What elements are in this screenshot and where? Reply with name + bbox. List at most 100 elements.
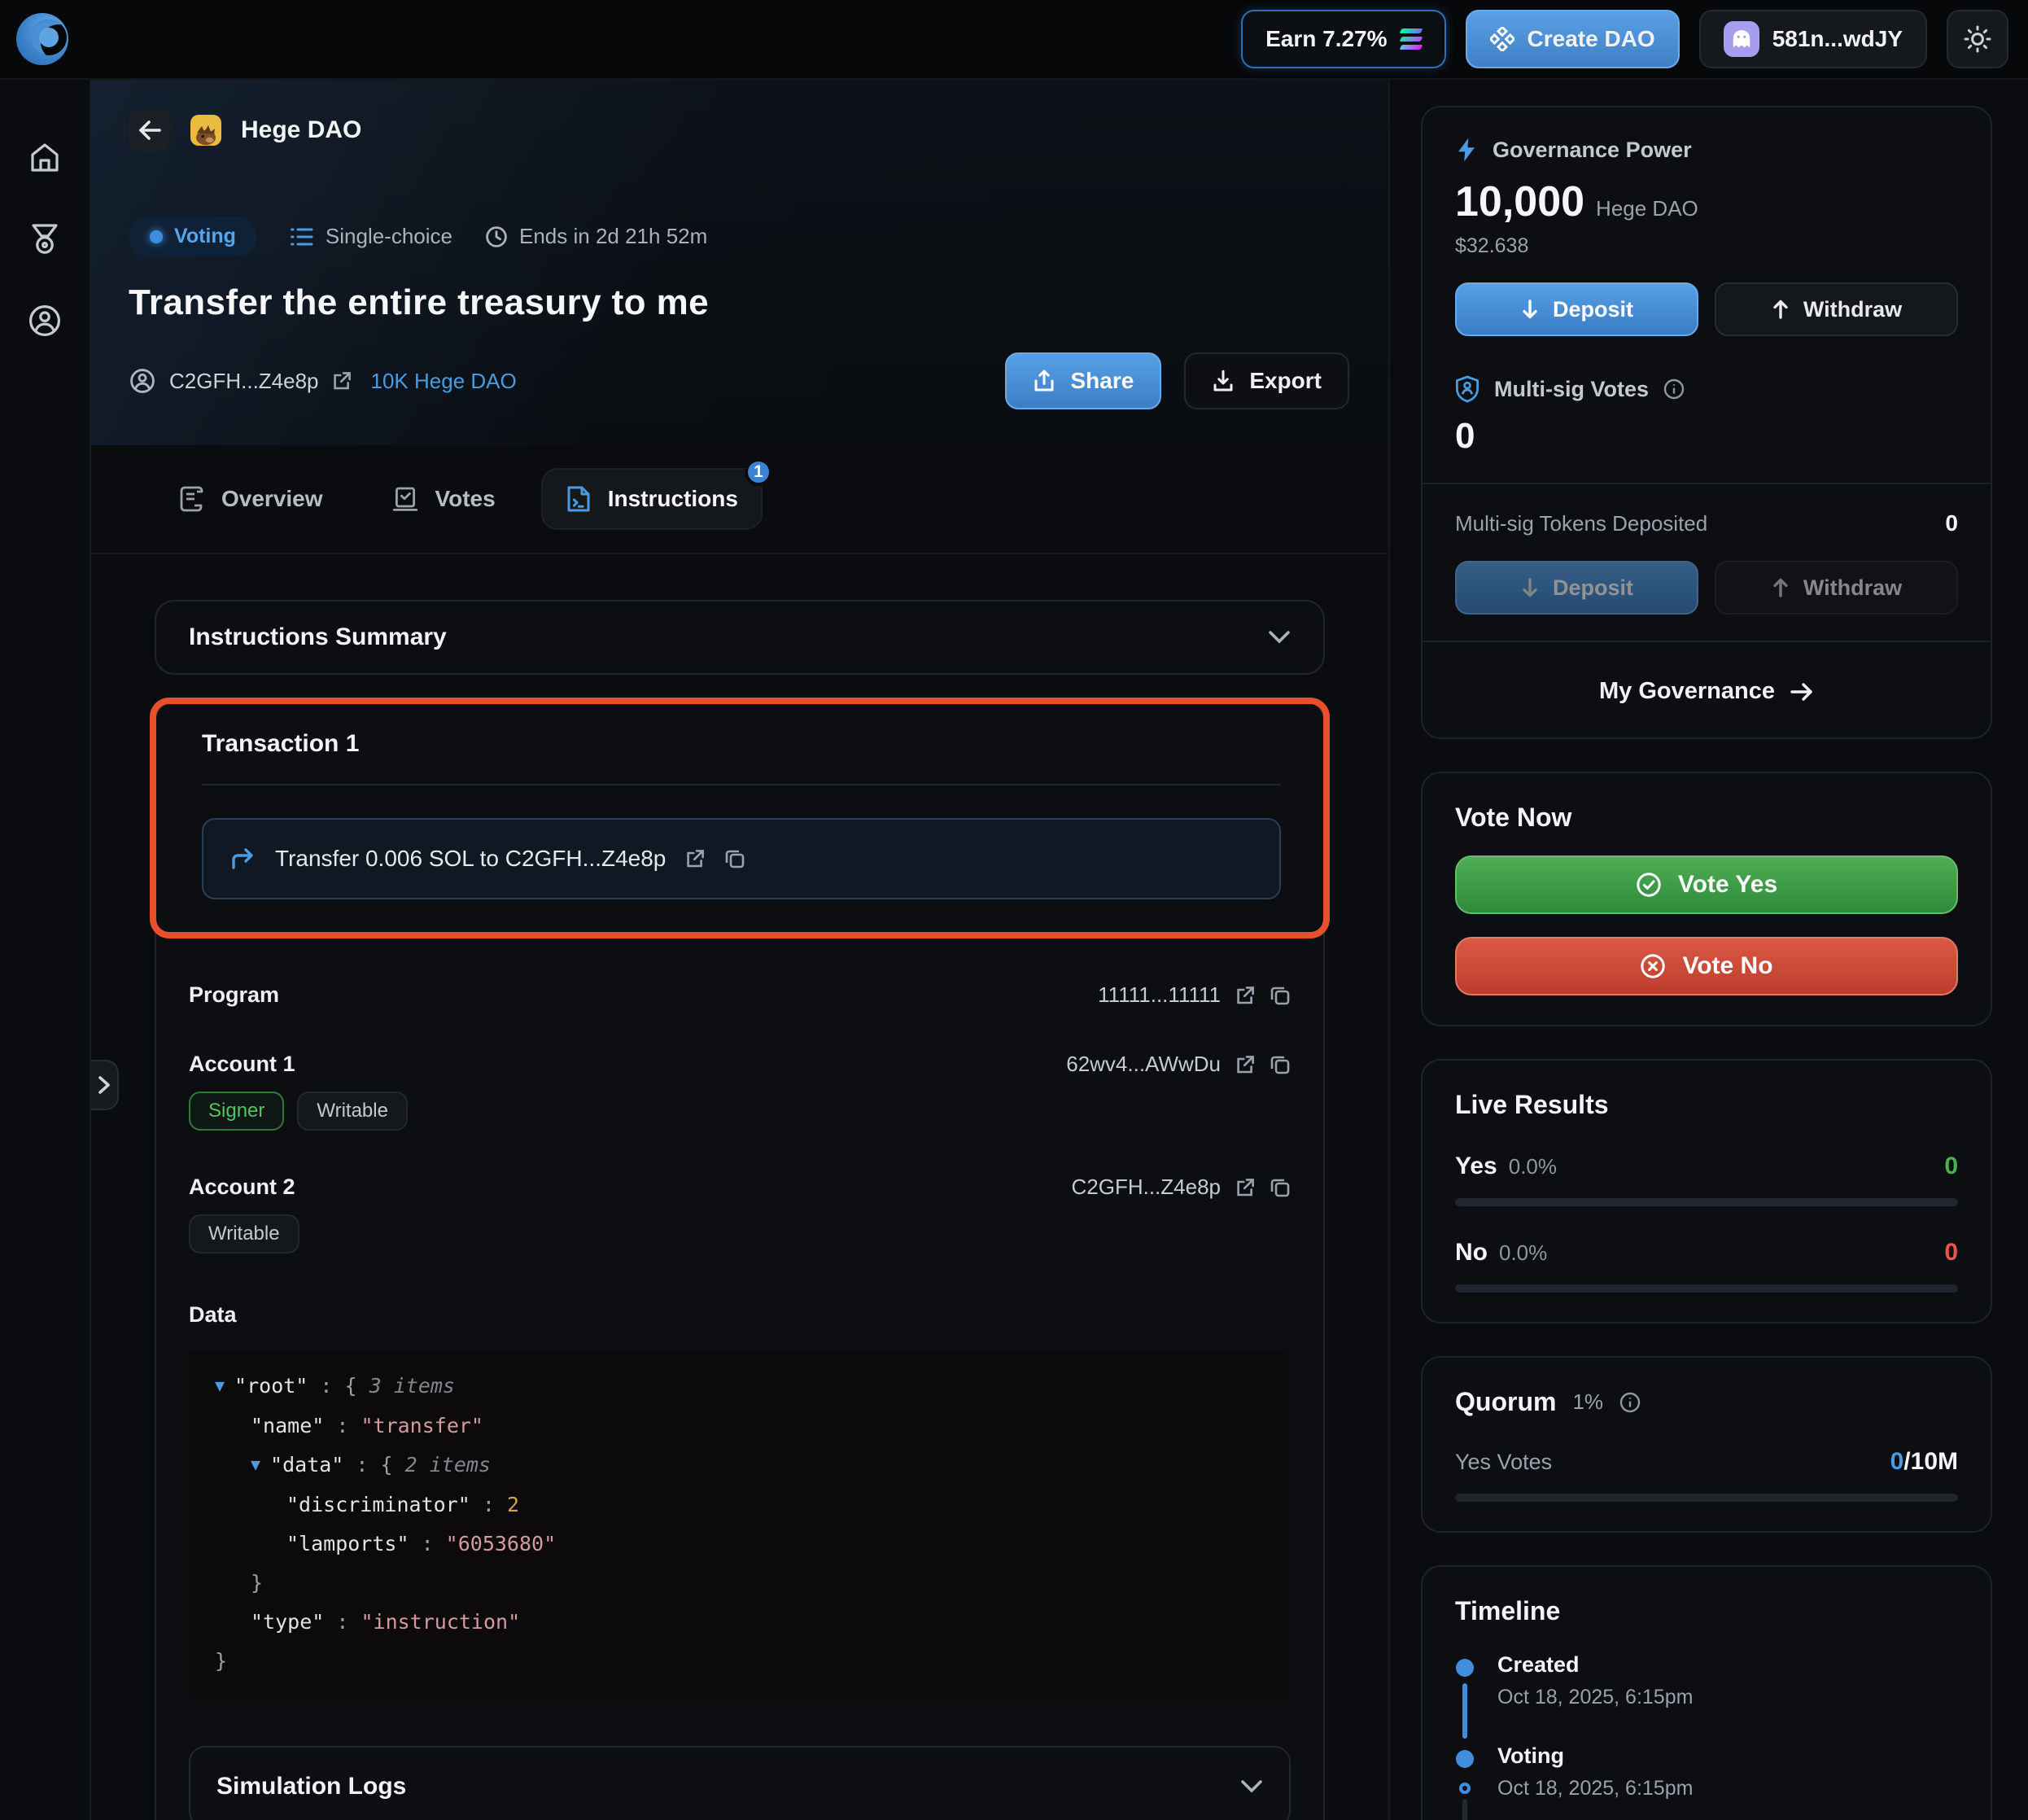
author-token-link[interactable]: 10K Hege DAO xyxy=(371,369,517,394)
shield-user-icon xyxy=(1455,375,1479,403)
back-button[interactable] xyxy=(129,109,171,151)
sun-icon xyxy=(1963,24,1992,54)
my-governance-link[interactable]: My Governance xyxy=(1455,668,1958,708)
timeline-date: Oct 18, 2025, 6:15pm xyxy=(1497,1686,1693,1709)
multisig-votes-label: Multi-sig Votes xyxy=(1494,377,1649,402)
info-icon[interactable] xyxy=(1619,1392,1641,1413)
copy-icon[interactable] xyxy=(1270,1054,1291,1075)
list-icon xyxy=(290,226,314,247)
proposal-title: Transfer the entire treasury to me xyxy=(129,282,1349,323)
solana-icon xyxy=(1401,28,1422,50)
governance-usd-value: $32.638 xyxy=(1455,234,1958,258)
account1-label: Account 1 xyxy=(189,1052,295,1077)
simulation-logs-toggle[interactable]: Simulation Logs xyxy=(189,1746,1291,1820)
chevron-down-icon xyxy=(1268,630,1291,645)
author-address[interactable]: C2GFH...Z4e8p xyxy=(169,369,319,394)
writable-badge: Writable xyxy=(189,1214,299,1253)
data-label: Data xyxy=(189,1302,1291,1328)
external-link-icon[interactable] xyxy=(1235,1178,1255,1197)
no-result-pct: 0.0% xyxy=(1499,1240,1944,1266)
multisig-withdraw-button[interactable]: Withdraw xyxy=(1715,561,1958,615)
transfer-instruction-row[interactable]: Transfer 0.006 SOL to C2GFH...Z4e8p xyxy=(202,818,1281,899)
corner-up-right-icon xyxy=(229,847,256,871)
tab-votes[interactable]: Votes xyxy=(369,470,518,527)
realms-logo[interactable] xyxy=(16,13,68,65)
share-button[interactable]: Share xyxy=(1005,352,1161,409)
governance-amount: 10,000 xyxy=(1455,178,1584,225)
arrow-up-icon xyxy=(1771,299,1790,320)
copy-icon[interactable] xyxy=(1270,985,1291,1006)
ends-in: Ends in 2d 21h 52m xyxy=(485,224,707,249)
dao-name[interactable]: Hege DAO xyxy=(241,116,361,144)
tab-instructions-label: Instructions xyxy=(608,486,738,512)
yes-progress-bar xyxy=(1455,1198,1958,1206)
account2-address[interactable]: C2GFH...Z4e8p xyxy=(1071,1175,1221,1200)
wallet-button[interactable]: 581n...wdJY xyxy=(1699,10,1927,68)
x-circle-icon xyxy=(1640,953,1666,979)
no-progress-bar xyxy=(1455,1284,1958,1293)
external-link-icon[interactable] xyxy=(332,371,352,391)
earn-label: Earn 7.27% xyxy=(1265,26,1387,52)
transaction-highlight-annotation: Transaction 1 Transfer 0.006 SOL to C2GF… xyxy=(150,698,1330,938)
withdraw-button[interactable]: Withdraw xyxy=(1715,282,1958,336)
proposal-tabs: Overview Votes xyxy=(91,445,1388,554)
sidebar-expand-button[interactable] xyxy=(91,1060,119,1110)
timeline-dot xyxy=(1456,1659,1474,1677)
instructions-content: Instructions Summary Transaction 1 xyxy=(91,554,1388,1820)
quorum-target: /10M xyxy=(1903,1448,1958,1475)
vote-type-label: Single-choice xyxy=(326,224,452,249)
account2-row: Account 2 C2GFH...Z4e8p xyxy=(189,1175,1291,1200)
program-address[interactable]: 11111...11111 xyxy=(1098,982,1221,1008)
medal-icon xyxy=(27,221,63,257)
instructions-count-badge: 1 xyxy=(745,458,772,486)
deposit-button[interactable]: Deposit xyxy=(1455,282,1698,336)
tokens-deposited-label: Multi-sig Tokens Deposited xyxy=(1455,511,1707,536)
tab-votes-label: Votes xyxy=(435,486,496,512)
check-circle-icon xyxy=(1636,872,1662,898)
quorum-pct: 1% xyxy=(1572,1389,1603,1415)
copy-icon[interactable] xyxy=(724,848,745,869)
tokens-deposited-row: Multi-sig Tokens Deposited 0 xyxy=(1455,510,1958,536)
instructions-summary-toggle[interactable]: Instructions Summary xyxy=(155,600,1325,675)
json-collapse-toggle[interactable]: ▼ xyxy=(215,1366,225,1405)
governance-dao-name: Hege DAO xyxy=(1596,196,1698,221)
multisig-deposit-button[interactable]: Deposit xyxy=(1455,561,1698,615)
earn-button[interactable]: Earn 7.27% xyxy=(1241,10,1445,68)
clock-icon xyxy=(485,225,508,248)
simulation-logs-title: Simulation Logs xyxy=(216,1773,406,1800)
tab-instructions[interactable]: Instructions 1 xyxy=(541,468,763,530)
external-link-icon[interactable] xyxy=(1235,986,1255,1005)
vote-no-button[interactable]: Vote No xyxy=(1455,937,1958,995)
vote-yes-button[interactable]: Vote Yes xyxy=(1455,855,1958,914)
copy-icon[interactable] xyxy=(1270,1177,1291,1198)
external-link-icon[interactable] xyxy=(685,849,705,868)
yes-result-label: Yes xyxy=(1455,1153,1497,1180)
dao-avatar xyxy=(190,115,221,146)
vote-no-label: Vote No xyxy=(1682,952,1772,980)
timeline-card: Timeline Created Oct 18, 2025, 6:15pm Vo… xyxy=(1421,1565,1992,1820)
realms-dao-page: Earn 7.27% Create DAO 581n...wdJY xyxy=(0,0,2028,1820)
file-code-icon xyxy=(566,484,592,514)
proposal-header: Hege DAO Voting Singl xyxy=(91,80,1388,445)
quorum-yes-votes-label: Yes Votes xyxy=(1455,1450,1890,1475)
chevron-down-icon xyxy=(1240,1779,1263,1794)
sidebar-item-home[interactable] xyxy=(25,138,64,177)
info-icon[interactable] xyxy=(1663,378,1685,400)
quorum-title: Quorum xyxy=(1455,1387,1556,1417)
ends-in-label: Ends in 2d 21h 52m xyxy=(519,224,707,249)
export-label: Export xyxy=(1249,368,1322,394)
sidebar-item-rewards[interactable] xyxy=(25,220,64,259)
account1-address[interactable]: 62wv4...AWwDu xyxy=(1066,1052,1221,1077)
deposit-label: Deposit xyxy=(1553,575,1633,601)
json-collapse-toggle[interactable]: ▼ xyxy=(251,1445,260,1484)
external-link-icon[interactable] xyxy=(1235,1055,1255,1074)
timeline-dot xyxy=(1456,1750,1474,1768)
tab-overview[interactable]: Overview xyxy=(155,470,346,528)
theme-toggle-button[interactable] xyxy=(1947,10,2008,68)
tab-overview-label: Overview xyxy=(221,486,323,512)
vote-now-card: Vote Now Vote Yes Vote No xyxy=(1421,772,1992,1026)
export-button[interactable]: Export xyxy=(1184,352,1349,409)
sidebar-item-profile[interactable] xyxy=(25,301,64,340)
share-label: Share xyxy=(1070,368,1134,394)
create-dao-button[interactable]: Create DAO xyxy=(1466,10,1680,68)
